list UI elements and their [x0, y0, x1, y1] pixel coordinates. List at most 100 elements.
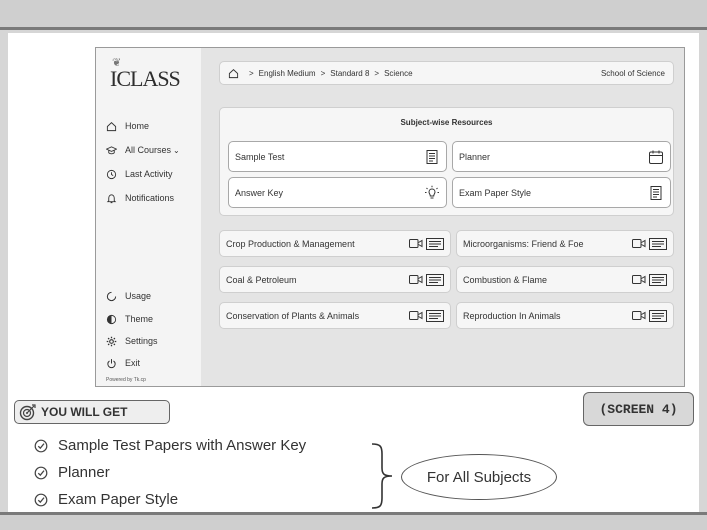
resource-card-label: Exam Paper Style — [459, 187, 532, 198]
resource-card-label: Planner — [459, 151, 491, 162]
video-icon[interactable] — [632, 238, 646, 249]
chapter-actions — [409, 309, 444, 322]
benefit-label: Exam Paper Style — [58, 491, 179, 508]
breadcrumb-separator: > — [249, 68, 254, 78]
chapter-microorganisms[interactable]: Microorganisms: Friend & Foe — [456, 230, 674, 257]
video-icon[interactable] — [632, 310, 646, 321]
benefit-label: Sample Test Papers with Answer Key — [58, 437, 307, 454]
curly-brace — [371, 443, 393, 509]
sidebar-bottom-nav: Usage Theme Settings Exit — [106, 284, 158, 374]
notes-icon[interactable] — [426, 273, 444, 286]
chapter-actions — [409, 237, 444, 250]
home-icon[interactable] — [228, 68, 239, 79]
chapter-conservation[interactable]: Conservation of Plants & Animals — [219, 302, 451, 329]
sidebar-item-label: All Courses — [125, 145, 172, 155]
sidebar-item-label: Home — [125, 121, 150, 131]
video-icon[interactable] — [409, 238, 423, 249]
sidebar-item-label: Settings — [125, 336, 158, 346]
notes-icon[interactable] — [426, 237, 444, 250]
sidebar-top-nav: Home All Courses ⌄ Last Activity Notific… — [106, 114, 180, 210]
document-list-icon — [426, 149, 438, 164]
sidebar-item-label: Notifications — [125, 193, 175, 203]
pie-chart-icon — [106, 291, 117, 301]
benefit-item: Exam Paper Style — [34, 491, 178, 508]
benefit-label: Planner — [58, 464, 110, 481]
app-window: ❦ ICLASS Home All Courses ⌄ Last Activit… — [95, 47, 685, 387]
sidebar-item-label: Exit — [125, 358, 141, 368]
resource-card-exam-paper-style[interactable]: Exam Paper Style — [452, 177, 671, 208]
chapter-actions — [632, 237, 667, 250]
school-name: School of Science — [600, 68, 665, 78]
breadcrumb: > English Medium > Standard 8 > Science … — [219, 61, 674, 85]
sidebar-item-exit[interactable]: Exit — [106, 352, 158, 374]
bottom-border-bar — [0, 512, 707, 530]
notes-icon[interactable] — [426, 309, 444, 322]
resource-card-label: Sample Test — [235, 151, 285, 162]
notes-icon[interactable] — [649, 309, 667, 322]
main-content: > English Medium > Standard 8 > Science … — [209, 48, 684, 386]
sidebar-item-label: Usage — [125, 291, 152, 301]
contrast-icon — [106, 314, 117, 324]
chapter-title: Reproduction In Animals — [463, 310, 561, 321]
check-circle-icon — [34, 493, 48, 506]
check-circle-icon — [34, 439, 48, 452]
home-icon — [106, 121, 117, 131]
video-icon[interactable] — [632, 274, 646, 285]
resource-card-sample-test[interactable]: Sample Test — [228, 141, 447, 172]
notes-icon[interactable] — [649, 273, 667, 286]
sidebar-item-theme[interactable]: Theme — [106, 308, 158, 330]
chapter-coal-petroleum[interactable]: Coal & Petroleum — [219, 266, 451, 293]
sidebar-item-last-activity[interactable]: Last Activity — [106, 162, 180, 186]
you-will-get-text: YOU WILL GET — [41, 405, 128, 419]
history-icon — [106, 169, 117, 179]
sidebar-item-notifications[interactable]: Notifications — [106, 186, 180, 210]
sidebar-item-label: Theme — [125, 314, 154, 324]
chapter-title: Microorganisms: Friend & Foe — [463, 238, 584, 249]
breadcrumb-item[interactable]: Science — [384, 69, 412, 78]
sidebar-item-all-courses[interactable]: All Courses ⌄ — [106, 138, 180, 162]
video-icon[interactable] — [409, 274, 423, 285]
subject-resources-panel: Subject-wise Resources Sample Test Plann… — [219, 107, 674, 216]
notes-icon[interactable] — [649, 237, 667, 250]
screen-label: (SCREEN 4) — [583, 392, 694, 426]
sidebar-item-label: Last Activity — [125, 169, 173, 179]
chapter-actions — [632, 273, 667, 286]
graduation-cap-icon — [106, 145, 117, 154]
chapter-combustion-flame[interactable]: Combustion & Flame — [456, 266, 674, 293]
benefit-item: Planner — [34, 464, 110, 481]
resource-card-planner[interactable]: Planner — [452, 141, 671, 172]
resources-title: Subject-wise Resources — [400, 118, 493, 127]
chapter-reproduction[interactable]: Reproduction In Animals — [456, 302, 674, 329]
video-icon[interactable] — [409, 310, 423, 321]
leaf-icon: ❦ — [112, 57, 122, 69]
for-all-subjects-oval: For All Subjects — [401, 454, 557, 500]
chapter-title: Coal & Petroleum — [226, 274, 297, 285]
chapter-actions — [409, 273, 444, 286]
sidebar-item-usage[interactable]: Usage — [106, 284, 158, 308]
benefit-item: Sample Test Papers with Answer Key — [34, 437, 306, 454]
resource-card-answer-key[interactable]: Answer Key — [228, 177, 447, 208]
bell-icon — [106, 193, 117, 203]
document-list-icon — [650, 185, 662, 200]
breadcrumb-item[interactable]: Standard 8 — [330, 69, 369, 78]
sidebar: ❦ ICLASS Home All Courses ⌄ Last Activit… — [96, 48, 201, 386]
power-icon — [107, 358, 116, 368]
chapter-title: Crop Production & Management — [226, 238, 355, 249]
breadcrumb-separator: > — [320, 68, 326, 78]
chevron-down-icon: ⌄ — [173, 145, 180, 155]
top-border-bar — [0, 0, 707, 30]
check-circle-icon — [34, 466, 48, 479]
chapter-actions — [632, 309, 667, 322]
gear-icon — [106, 336, 117, 346]
you-will-get-badge: YOU WILL GET — [14, 400, 170, 424]
sidebar-item-settings[interactable]: Settings — [106, 330, 158, 352]
chapter-title: Conservation of Plants & Animals — [226, 310, 360, 321]
for-all-subjects-text: For All Subjects — [426, 468, 532, 486]
breadcrumb-item[interactable]: English Medium — [259, 69, 316, 78]
iclass-logo: ❦ ICLASS — [110, 57, 181, 92]
lightbulb-icon — [425, 185, 439, 198]
chapter-crop-production[interactable]: Crop Production & Management — [219, 230, 451, 257]
sidebar-item-home[interactable]: Home — [106, 114, 180, 138]
chapter-title: Combustion & Flame — [463, 274, 548, 285]
calendar-icon — [649, 150, 663, 164]
